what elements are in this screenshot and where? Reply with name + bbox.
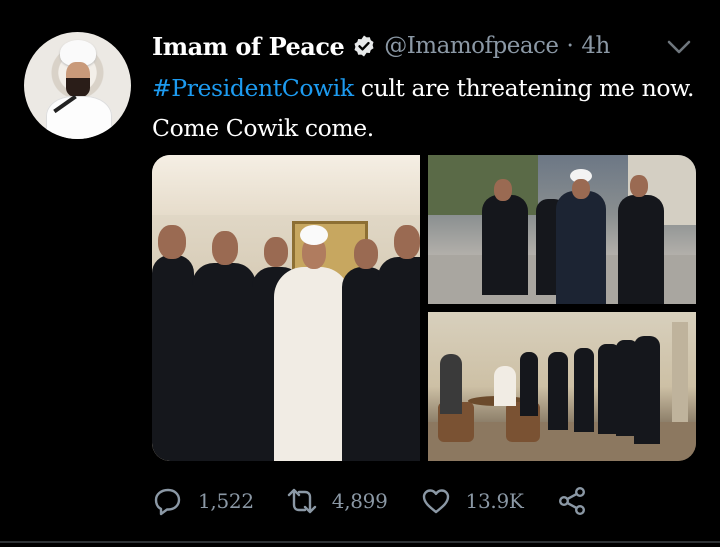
photo-1-person [152, 255, 194, 461]
header-separator: · [566, 33, 574, 59]
photo-1-head [354, 239, 378, 269]
reply-button[interactable]: 1,522 [152, 485, 254, 517]
photo-3-person [634, 336, 660, 444]
share-icon [558, 487, 585, 516]
photo-1-ceiling [152, 155, 420, 215]
like-count: 13.9K [465, 489, 524, 513]
photo-2-person [482, 195, 528, 295]
tweet-text-line-1: #PresidentCowik cult are threatening me … [152, 68, 702, 108]
tweet-text-rest: cult are threatening me now. [353, 74, 695, 102]
photo-3-person [440, 354, 462, 414]
photo-3-person [548, 352, 568, 430]
heart-icon [422, 489, 449, 514]
photo-1-head [212, 231, 238, 265]
author-avatar[interactable] [24, 32, 131, 139]
photo-1-head [158, 225, 186, 259]
tweet-text-line-2: Come Cowik come. [152, 114, 374, 142]
photo-1-head [264, 237, 288, 267]
photo-3[interactable] [428, 312, 696, 461]
photo-2-head [630, 175, 648, 197]
avatar-beard [66, 78, 90, 98]
photo-2-cleric [556, 191, 606, 304]
verified-badge-icon [354, 35, 374, 57]
photo-2[interactable] [428, 155, 696, 304]
retweet-button[interactable]: 4,899 [286, 485, 388, 517]
like-button[interactable]: 13.9K [420, 485, 524, 517]
bottom-divider [0, 541, 720, 543]
photo-1-turban [300, 225, 328, 245]
hashtag-link[interactable]: #PresidentCowik [152, 74, 354, 102]
photo-1-person [192, 263, 256, 461]
tweet-media-grid [152, 155, 696, 461]
photo-2-person [618, 195, 664, 304]
tweet-time[interactable]: 4h [581, 33, 610, 59]
author-handle[interactable]: @Imamofpeace [384, 33, 559, 59]
tweet-actions: 1,522 4,899 13.9K [152, 480, 620, 522]
tweet-text: #PresidentCowik cult are threatening me … [152, 68, 702, 148]
share-button[interactable] [556, 485, 588, 517]
photo-3-cleric [494, 366, 516, 406]
retweet-icon [287, 488, 316, 514]
reply-icon [154, 488, 181, 516]
photo-1-cleric-robe [274, 267, 350, 461]
photo-3-person [574, 348, 594, 432]
photo-3-person [520, 352, 538, 416]
photo-3-column [672, 322, 688, 422]
avatar-robe [46, 96, 112, 139]
chevron-down-icon[interactable] [666, 38, 692, 56]
author-name[interactable]: Imam of Peace [152, 32, 345, 61]
tweet-header: Imam of Peace @Imamofpeace · 4h [152, 28, 610, 64]
retweet-count: 4,899 [331, 489, 388, 513]
photo-1[interactable] [152, 155, 420, 461]
photo-2-head [494, 179, 512, 201]
photo-2-head [572, 179, 590, 199]
photo-1-person [378, 257, 420, 461]
reply-count: 1,522 [198, 489, 254, 513]
photo-1-head [394, 225, 420, 259]
